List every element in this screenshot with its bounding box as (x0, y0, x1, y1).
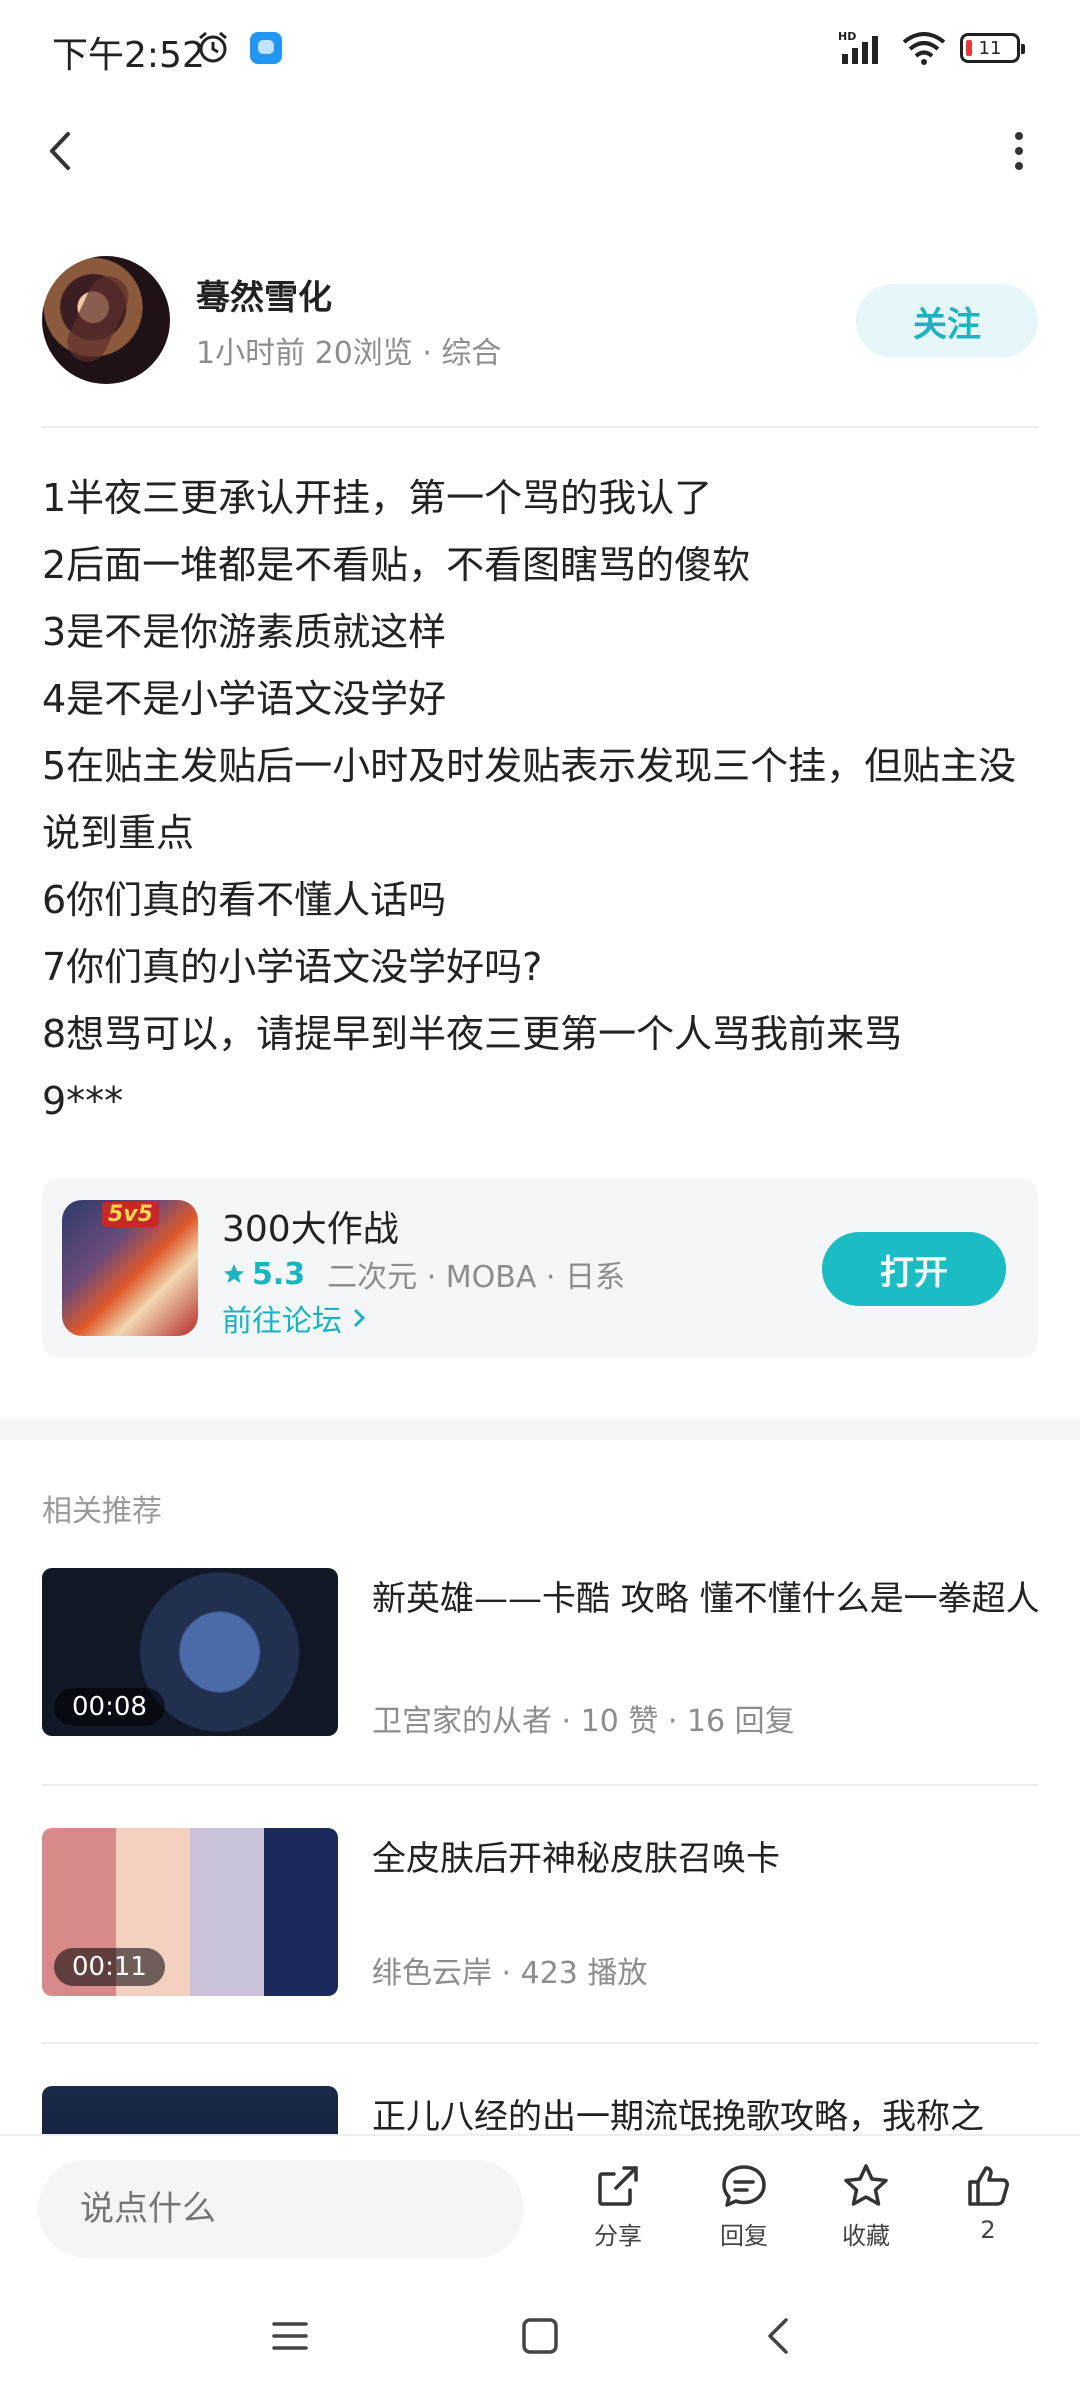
battery-level: 11 (978, 37, 1002, 59)
post-line: 3是不是你游素质就这样 (42, 610, 447, 654)
recommendation-item[interactable]: 00:08 新英雄——卡酷 攻略 懂不懂什么是一拳超人 卫宫家的从者 · 10 … (42, 1568, 1040, 1739)
post-line: 4是不是小学语文没学好 (42, 677, 447, 721)
recommendation-item[interactable]: 00:11 全皮肤后开神秘皮肤召唤卡 绯色云岸 · 423 播放 (42, 1828, 1038, 1998)
like-count: 2 (980, 2216, 996, 2244)
wifi-icon (902, 32, 946, 65)
forum-link-label: 前往论坛 (222, 1304, 342, 1339)
post-line: 1半夜三更承认开挂，第一个骂的我认了 (42, 476, 713, 520)
recommendation-meta: 绯色云岸 · 423 播放 (372, 1956, 648, 1991)
back-nav-icon[interactable] (756, 2312, 804, 2360)
forum-link[interactable]: 前往论坛 (222, 1296, 368, 1340)
recommendations-title: 相关推荐 (42, 1494, 162, 1529)
video-duration: 00:11 (54, 1948, 165, 1986)
post-line: 7你们真的小学语文没学好吗? (42, 945, 543, 989)
avatar[interactable] (42, 256, 170, 384)
more-icon[interactable] (994, 126, 1044, 176)
star-outline-icon (844, 2164, 888, 2206)
follow-button[interactable]: 关注 (856, 284, 1038, 358)
share-icon (598, 2166, 638, 2206)
battery-icon: 11 (960, 33, 1025, 63)
thumbs-up-icon (968, 2166, 1009, 2206)
game-card[interactable]: 5v5 300大作战 5.3 二次元 · MOBA · 日系 前往论坛 打开 (42, 1178, 1038, 1358)
chevron-right-icon (353, 1308, 366, 1328)
back-icon[interactable] (36, 126, 86, 176)
video-thumbnail: 00:11 (42, 1828, 338, 1996)
post-line: 2后面一堆都是不看贴，不看图瞎骂的傻软 (42, 543, 751, 587)
menu-icon[interactable] (266, 2312, 314, 2360)
status-icons: HD 11 (838, 28, 1025, 68)
post-content: 1半夜三更承认开挂，第一个骂的我认了 2后面一堆都是不看贴，不看图瞎骂的傻软 3… (42, 465, 1042, 1135)
post-line: 5在贴主发贴后一小时及时发贴表示发现三个挂，但贴主没说到重点 (42, 744, 1017, 855)
post-line: 6你们真的看不懂人话吗 (42, 878, 447, 922)
network-label: HD (838, 30, 856, 43)
game-meta: 5.3 二次元 · MOBA · 日系 (222, 1252, 625, 1296)
game-badge: 5v5 (102, 1202, 159, 1227)
alarm-icon (199, 31, 227, 63)
status-time: 下午2:52 (52, 35, 205, 76)
status-bar: 下午2:52 HD 11 (0, 0, 1080, 100)
recommendation-meta: 卫宫家的从者 · 10 赞 · 16 回复 (372, 1704, 795, 1739)
home-icon[interactable] (516, 2312, 564, 2360)
star-icon (224, 1264, 244, 1283)
post-meta: 1小时前 20浏览 · 综合 (196, 336, 502, 371)
comment-icon (722, 2165, 766, 2207)
recommendation-title: 新英雄——卡酷 攻略 懂不懂什么是一拳超人 (372, 1579, 1040, 1619)
game-title: 300大作战 (222, 1209, 399, 1250)
post-line: 8想骂可以，请提早到半夜三更第一个人骂我前来骂 (42, 1012, 903, 1056)
section-divider (0, 1420, 1080, 1440)
video-duration: 00:08 (54, 1688, 165, 1726)
author-name[interactable]: 蓦然雪化 (196, 270, 332, 319)
recommendation-title: 全皮肤后开神秘皮肤召唤卡 (372, 1839, 780, 1879)
game-tags: 二次元 · MOBA · 日系 (327, 1260, 625, 1295)
favorite-label: 收藏 (842, 2222, 890, 2250)
game-icon: 5v5 (62, 1200, 198, 1336)
share-label: 分享 (594, 2222, 642, 2250)
system-nav-bar (0, 2276, 1080, 2400)
top-bar (0, 100, 1080, 200)
favorite-button[interactable]: 收藏 (816, 2162, 916, 2258)
app-notification-icon (250, 32, 282, 64)
rating-value: 5.3 (252, 1256, 306, 1292)
divider (42, 426, 1038, 428)
open-game-button[interactable]: 打开 (822, 1232, 1006, 1306)
share-button[interactable]: 分享 (568, 2162, 668, 2258)
comment-input[interactable] (38, 2160, 524, 2258)
post-line: 9*** (42, 1079, 124, 1123)
divider (42, 2042, 1038, 2044)
like-button[interactable]: 2 (938, 2162, 1038, 2258)
bottom-action-bar: 分享 回复 收藏 2 (0, 2134, 1080, 2278)
game-rating: 5.3 (222, 1257, 305, 1292)
divider (42, 1784, 1038, 1786)
reply-button[interactable]: 回复 (694, 2162, 794, 2258)
video-thumbnail: 00:08 (42, 1568, 338, 1736)
author-row: 蓦然雪化 1小时前 20浏览 · 综合 关注 (42, 256, 1038, 386)
signal-icon: HD (838, 30, 878, 64)
reply-label: 回复 (720, 2222, 768, 2250)
